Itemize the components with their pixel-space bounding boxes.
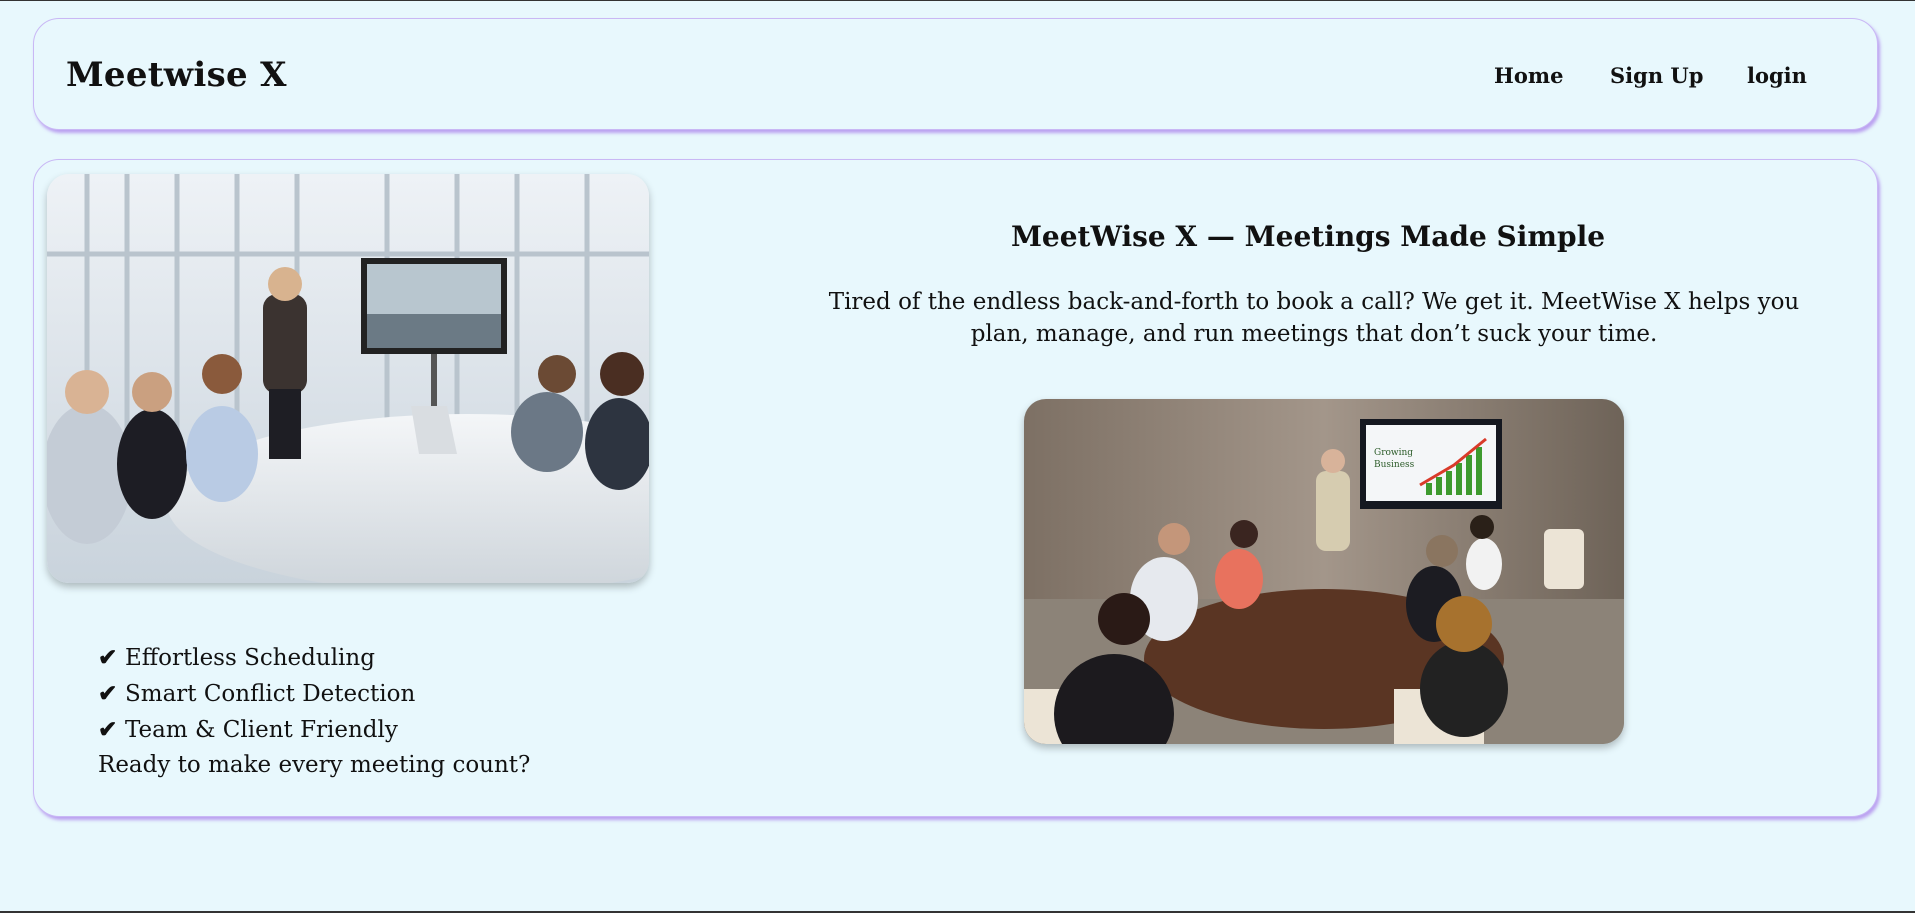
- screen-text-business: Business: [1374, 460, 1415, 470]
- check-icon: ✔: [98, 680, 118, 707]
- boardroom-presentation-photo: Growing Business: [1024, 399, 1624, 744]
- feature-item: ✔ Smart Conflict Detection: [98, 676, 598, 712]
- hero-title: MeetWise X — Meetings Made Simple: [1010, 220, 1606, 253]
- nav-signup-link[interactable]: Sign Up: [1610, 63, 1703, 88]
- check-icon: ✔: [98, 716, 118, 743]
- check-icon: ✔: [98, 644, 118, 671]
- screen-text-growing: Growing: [1374, 448, 1413, 458]
- feature-label: Team & Client Friendly: [125, 717, 398, 743]
- cta-text: Ready to make every meeting count?: [98, 752, 531, 778]
- hero-card: ✔ Effortless Scheduling ✔ Smart Conflict…: [33, 159, 1878, 817]
- feature-label: Smart Conflict Detection: [125, 681, 416, 707]
- features-list: ✔ Effortless Scheduling ✔ Smart Conflict…: [98, 640, 598, 782]
- nav-home-link[interactable]: Home: [1494, 63, 1563, 88]
- feature-item: ✔ Team & Client Friendly: [98, 712, 598, 748]
- hero-description: Tired of the endless back-and-forth to b…: [828, 289, 1800, 347]
- nav-login-link[interactable]: login: [1747, 63, 1807, 88]
- conference-room-photo: [47, 174, 649, 583]
- nav-links: Home Sign Up login: [34, 63, 1877, 93]
- navbar: Meetwise X Home Sign Up login: [33, 18, 1878, 130]
- feature-label: Effortless Scheduling: [125, 645, 375, 671]
- feature-item: ✔ Effortless Scheduling: [98, 640, 598, 676]
